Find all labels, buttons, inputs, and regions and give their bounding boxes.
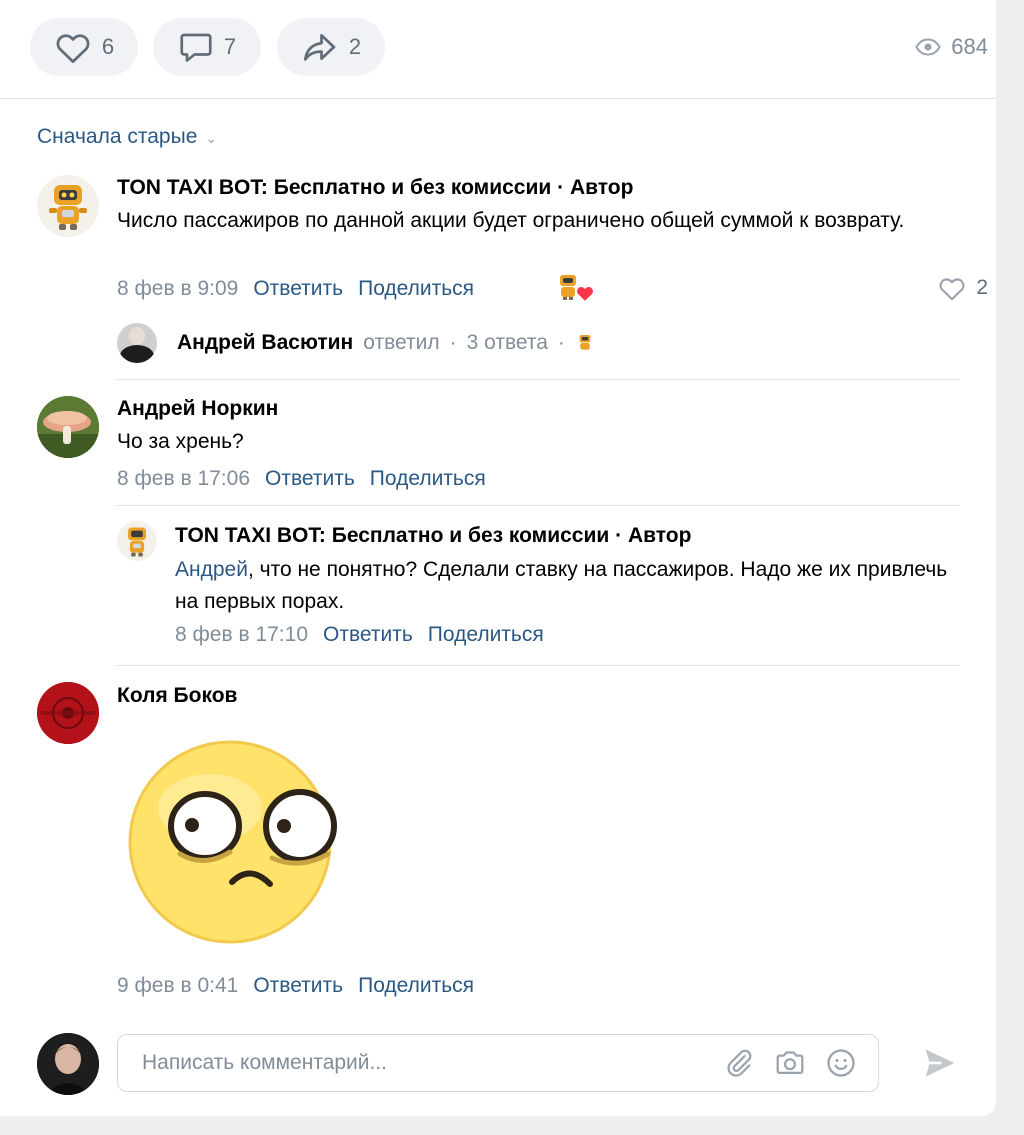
heart-icon [56, 34, 90, 64]
current-user-avatar[interactable] [37, 1033, 99, 1095]
eye-icon [915, 38, 941, 56]
camera-icon[interactable] [774, 1048, 806, 1078]
comment-meta: 9 фев в 0:41 Ответить Поделиться [117, 974, 474, 998]
divider [117, 665, 960, 666]
comment-author[interactable]: Андрей Норкин [117, 397, 278, 421]
user-photo-icon [37, 1033, 99, 1095]
like-button[interactable]: 6 [30, 18, 138, 76]
comment-composer [117, 1034, 879, 1092]
comment-meta: 8 фев в 9:09 Ответить Поделиться [117, 277, 474, 301]
sticker[interactable] [120, 728, 344, 952]
sort-dropdown[interactable]: Сначала старые ⌄ [37, 125, 217, 149]
comment-like-button[interactable]: 2 [938, 275, 988, 301]
avatar[interactable] [37, 175, 99, 237]
divider [117, 505, 960, 506]
paperclip-icon[interactable] [724, 1048, 754, 1078]
comment-date[interactable]: 8 фев в 17:06 [117, 467, 250, 491]
share-link[interactable]: Поделиться [358, 277, 474, 301]
share-icon [303, 34, 336, 61]
reply-count: 3 ответа [466, 331, 548, 354]
avatar[interactable] [37, 396, 99, 458]
comment-meta: 8 фев в 17:10 Ответить Поделиться [175, 623, 544, 647]
author-liked-badge [553, 272, 597, 304]
heart-icon [939, 278, 965, 301]
comment-text-body: , что не понятно? Сделали ставку на пасс… [175, 558, 948, 613]
reply-link[interactable]: Ответить [265, 467, 355, 491]
reply-author: Андрей Васютин [177, 331, 354, 354]
page-background [996, 0, 1024, 1135]
comment-like-count: 2 [976, 276, 988, 299]
reply-action: ответил [363, 331, 440, 354]
comment-count: 7 [223, 34, 237, 59]
like-count: 6 [101, 34, 115, 59]
vinyl-record-icon [37, 682, 99, 744]
sort-label: Сначала старые [37, 125, 198, 148]
smile-icon[interactable] [826, 1048, 856, 1078]
share-link[interactable]: Поделиться [370, 467, 486, 491]
comment-date[interactable]: 9 фев в 0:41 [117, 974, 238, 998]
heart-icon [577, 287, 593, 301]
comment-text: Число пассажиров по данной акции будет о… [117, 209, 905, 232]
divider [117, 379, 960, 380]
comment-icon [180, 33, 212, 62]
dot-separator: · [449, 331, 457, 354]
avatar[interactable] [37, 682, 99, 744]
share-link[interactable]: Поделиться [428, 623, 544, 647]
comment-author[interactable]: Коля Боков [117, 684, 237, 708]
robot-avatar-icon [49, 185, 87, 230]
composer-icons [724, 1048, 856, 1078]
comment-button[interactable]: 7 [153, 18, 261, 76]
avatar [117, 323, 157, 363]
comment-text: Андрей, что не понятно? Сделали ставку н… [175, 554, 960, 618]
reply-link[interactable]: Ответить [323, 623, 413, 647]
share-button[interactable]: 2 [277, 18, 385, 76]
replies-summary[interactable]: Андрей Васютин ответил · 3 ответа · [117, 323, 595, 363]
views-counter: 684 [915, 34, 988, 60]
comment-author[interactable]: TON TAXI BOT: Бесплатно и без комиссии ·… [117, 176, 633, 200]
send-icon [925, 1049, 955, 1077]
comment-input[interactable] [140, 1050, 704, 1076]
views-count: 684 [951, 34, 988, 59]
comment-text: Чо за хрень? [117, 430, 244, 453]
robot-mini-icon [579, 335, 591, 350]
share-count: 2 [348, 34, 362, 59]
mention-link[interactable]: Андрей [175, 558, 248, 581]
confused-face-sticker-icon [122, 734, 338, 950]
divider [0, 98, 996, 99]
send-button[interactable] [920, 1044, 960, 1087]
comment-meta: 8 фев в 17:06 Ответить Поделиться [117, 467, 486, 491]
mushroom-photo-icon [37, 396, 99, 458]
comment-date[interactable]: 8 фев в 17:10 [175, 623, 308, 647]
avatar[interactable] [117, 521, 157, 561]
dot-separator: · [557, 331, 565, 354]
share-link[interactable]: Поделиться [358, 974, 474, 998]
comment-date[interactable]: 8 фев в 9:09 [117, 277, 238, 301]
robot-avatar-icon [127, 527, 147, 557]
reply-link[interactable]: Ответить [253, 974, 343, 998]
chevron-down-icon: ⌄ [205, 130, 218, 146]
comment-author[interactable]: TON TAXI BOT: Бесплатно и без комиссии ·… [175, 524, 691, 548]
reply-link[interactable]: Ответить [253, 277, 343, 301]
